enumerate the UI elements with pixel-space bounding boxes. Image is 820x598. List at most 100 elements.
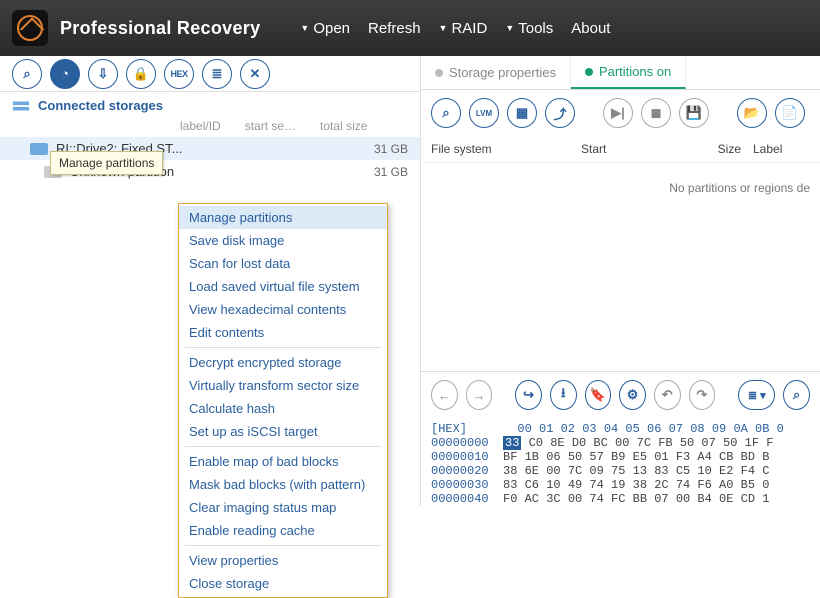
tab-partitions[interactable]: Partitions on (571, 56, 686, 89)
download-button[interactable]: ⭳ (550, 380, 577, 410)
save-image-button[interactable]: ⇩ (88, 59, 118, 89)
storage-icon (12, 99, 30, 113)
app-logo (12, 10, 48, 46)
close-storage-button[interactable]: ✕ (240, 59, 270, 89)
hex-row[interactable]: 0000000033 C0 8E D0 BC 00 7C FB 50 07 50… (431, 436, 810, 450)
ctx-item-view-properties[interactable]: View properties (179, 549, 387, 572)
partition-table-header: File system Start Size Label (421, 136, 820, 163)
properties-button[interactable]: ≣ (202, 59, 232, 89)
view-mode-button[interactable]: ≣ ▾ (738, 380, 775, 410)
menu-tools[interactable]: ▼Tools (505, 20, 553, 37)
left-toolbar: ⌕ ◔ ⇩ 🔒 HEX ≣ ✕ (0, 56, 420, 92)
nav-forward-button[interactable]: → (466, 380, 493, 410)
grid-button[interactable]: ▦ (507, 98, 537, 128)
hex-bytes: 1B 06 50 57 B9 E5 01 F3 A4 CB BD B (517, 450, 769, 464)
tooltip: Manage partitions (50, 151, 163, 175)
hex-byte: F0 (503, 492, 517, 506)
right-pane: Storage properties Partitions on ⌕ LVM ▦… (420, 56, 820, 506)
col-label: Label (741, 142, 810, 156)
ctx-item-view-hexadecimal-contents[interactable]: View hexadecimal contents (179, 298, 387, 321)
hex-row[interactable]: 0000003083 C6 10 49 74 19 38 2C 74 F6 A0… (431, 478, 810, 492)
menu-about[interactable]: About (571, 20, 610, 37)
storage-columns: label/ID start se… total size (0, 119, 420, 137)
context-menu: Manage partitionsSave disk imageScan for… (178, 203, 388, 598)
ctx-item-close-storage[interactable]: Close storage (179, 572, 387, 595)
goto-button[interactable]: ↪ (515, 380, 542, 410)
hex-row[interactable]: 0000002038 6E 00 7C 09 75 13 83 C5 10 E2… (431, 464, 810, 478)
ctx-item-enable-reading-cache[interactable]: Enable reading cache (179, 519, 387, 542)
open-folder-button[interactable]: 📂 (737, 98, 767, 128)
storage-size: 31 GB (348, 142, 408, 156)
decrypt-button[interactable]: 🔒 (126, 59, 156, 89)
hex-bytes: AC 3C 00 74 FC BB 07 00 B4 0E CD 1 (517, 492, 769, 506)
hex-row[interactable]: 00000010BF 1B 06 50 57 B9 E5 01 F3 A4 CB… (431, 450, 810, 464)
hex-button[interactable]: HEX (164, 59, 194, 89)
titlebar: Professional Recovery ▼Open Refresh ▼RAI… (0, 0, 820, 56)
right-toolbar: ⌕ LVM ▦ ⤴ ▶| ◼ 💾 📂 📄 (421, 90, 820, 136)
ctx-item-calculate-hash[interactable]: Calculate hash (179, 397, 387, 420)
ctx-item-save-disk-image[interactable]: Save disk image (179, 229, 387, 252)
col-start: Start (581, 142, 691, 156)
dot-icon (435, 69, 443, 77)
find-partitions-button[interactable]: ⌕ (431, 98, 461, 128)
hex-bytes: C6 10 49 74 19 38 2C 74 F6 A0 B5 0 (517, 478, 769, 492)
hex-byte: 38 (503, 464, 517, 478)
settings-button[interactable]: ⚙ (619, 380, 646, 410)
main-menu: ▼Open Refresh ▼RAID ▼Tools About (300, 20, 610, 37)
export-button[interactable]: ⤴ (545, 98, 575, 128)
drive-icon (30, 143, 48, 155)
save-button[interactable]: 💾 (679, 98, 709, 128)
hex-bytes: C0 8E D0 BC 00 7C FB 50 07 50 1F F (521, 436, 773, 450)
app-title: Professional Recovery (60, 18, 260, 39)
hex-byte: BF (503, 450, 517, 464)
chevron-down-icon: ▼ (300, 23, 309, 33)
hex-address: 00000020 (431, 464, 503, 478)
hex-address: 00000040 (431, 492, 503, 506)
ctx-item-edit-contents[interactable]: Edit contents (179, 321, 387, 344)
right-tabs: Storage properties Partitions on (421, 56, 820, 90)
hex-address: 00000010 (431, 450, 503, 464)
ctx-item-virtually-transform-sector-size[interactable]: Virtually transform sector size (179, 374, 387, 397)
col-fs: File system (431, 142, 581, 156)
hex-address: 00000030 (431, 478, 503, 492)
menu-refresh[interactable]: Refresh (368, 20, 421, 37)
col-size: Size (691, 142, 741, 156)
ctx-item-enable-map-of-bad-blocks[interactable]: Enable map of bad blocks (179, 450, 387, 473)
hex-bytes: 6E 00 7C 09 75 13 83 C5 10 E2 F4 C (517, 464, 769, 478)
storage-size: 31 GB (348, 165, 408, 179)
ctx-item-set-up-as-iscsi-target[interactable]: Set up as iSCSI target (179, 420, 387, 443)
lvm-button[interactable]: LVM (469, 98, 499, 128)
scan-button[interactable]: ⌕ (12, 59, 42, 89)
redo-button[interactable]: ↷ (689, 380, 716, 410)
menu-open[interactable]: ▼Open (300, 20, 350, 37)
ctx-item-mask-bad-blocks-with-pattern[interactable]: Mask bad blocks (with pattern) (179, 473, 387, 496)
bookmark-button[interactable]: 🔖 (585, 380, 612, 410)
connected-storages-heading: Connected storages (0, 92, 420, 119)
nav-back-button[interactable]: ← (431, 380, 458, 410)
ctx-item-load-saved-virtual-file-system[interactable]: Load saved virtual file system (179, 275, 387, 298)
ctx-item-manage-partitions[interactable]: Manage partitions (179, 206, 387, 229)
chevron-down-icon: ▼ (439, 23, 448, 33)
ctx-item-clear-imaging-status-map[interactable]: Clear imaging status map (179, 496, 387, 519)
hex-row[interactable]: 00000040F0 AC 3C 00 74 FC BB 07 00 B4 0E… (431, 492, 810, 506)
play-button[interactable]: ▶| (603, 98, 633, 128)
hex-address: 00000000 (431, 436, 503, 450)
hex-toolbar: ← → ↪ ⭳ 🔖 ⚙ ↶ ↷ ≣ ▾ ⌕ (421, 371, 820, 418)
manage-partitions-button[interactable]: ◔ (50, 59, 80, 89)
ctx-item-scan-for-lost-data[interactable]: Scan for lost data (179, 252, 387, 275)
empty-partitions-message: No partitions or regions de (421, 163, 820, 213)
menu-raid[interactable]: ▼RAID (439, 20, 488, 37)
open-file-button[interactable]: 📄 (775, 98, 805, 128)
hex-viewer: [HEX] 00 01 02 03 04 05 06 07 08 09 0A 0… (421, 418, 820, 506)
left-pane: ⌕ ◔ ⇩ 🔒 HEX ≣ ✕ Manage partitions Connec… (0, 56, 420, 506)
chevron-down-icon: ▼ (505, 23, 514, 33)
hex-columns: 00 01 02 03 04 05 06 07 08 09 0A 0B 0 (503, 422, 784, 436)
hex-byte: 83 (503, 478, 517, 492)
undo-button[interactable]: ↶ (654, 380, 681, 410)
hex-byte: 33 (503, 436, 521, 450)
hex-search-button[interactable]: ⌕ (783, 380, 810, 410)
ctx-item-decrypt-encrypted-storage[interactable]: Decrypt encrypted storage (179, 351, 387, 374)
tab-storage-properties[interactable]: Storage properties (421, 56, 571, 89)
dot-icon (585, 68, 593, 76)
stop-button[interactable]: ◼ (641, 98, 671, 128)
